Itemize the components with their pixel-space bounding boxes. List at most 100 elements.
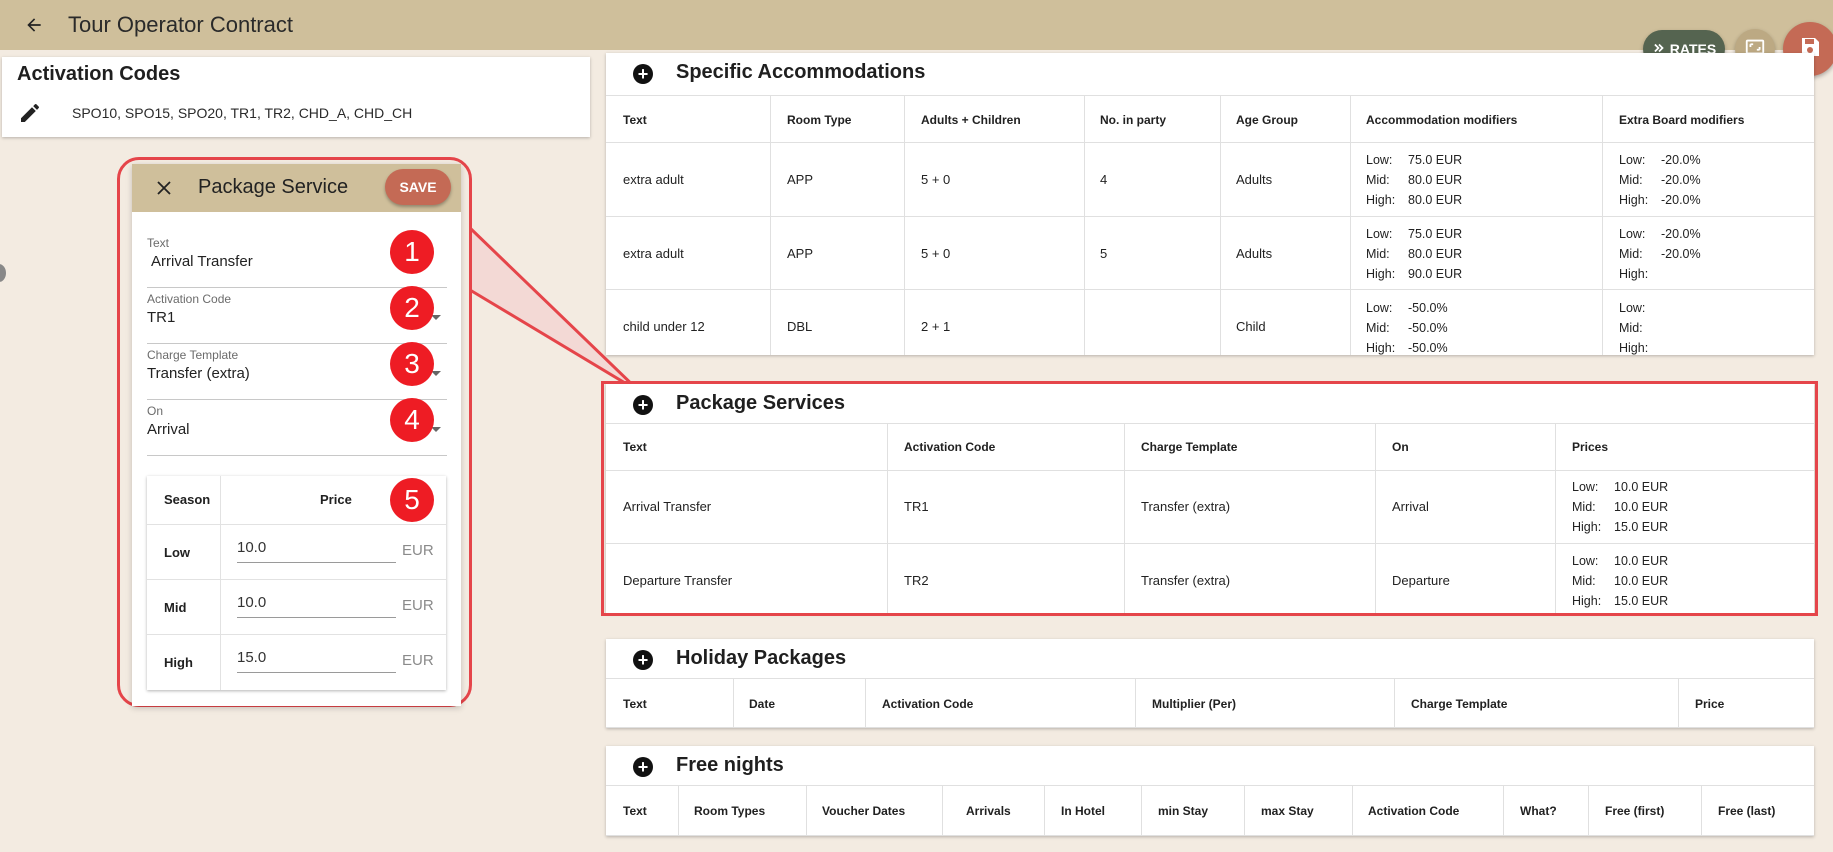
charge-template-label: Charge Template bbox=[147, 348, 239, 362]
price-low-value[interactable]: 10.0 bbox=[237, 539, 266, 556]
column-header: Free (last) bbox=[1718, 804, 1776, 818]
modifier-value: -20.0% bbox=[1661, 227, 1701, 241]
column-header: Arrivals bbox=[966, 804, 1011, 818]
currency-unit: EUR bbox=[402, 652, 434, 669]
text-field-value[interactable]: Arrival Transfer bbox=[151, 253, 253, 270]
price-mid-input[interactable]: 10.0 bbox=[237, 590, 396, 618]
column-divider bbox=[1394, 678, 1395, 728]
currency-unit: EUR bbox=[402, 597, 434, 614]
table-row: Low 10.0 EUR bbox=[147, 525, 446, 580]
table-cell: 5 + 0 bbox=[921, 172, 951, 187]
column-divider bbox=[1602, 95, 1603, 355]
column-divider bbox=[1244, 785, 1245, 836]
column-divider bbox=[942, 785, 943, 836]
table-cell: APP bbox=[787, 246, 814, 261]
table-cell: 4 bbox=[1100, 172, 1108, 187]
step-badge-5: 5 bbox=[390, 478, 434, 522]
accommodation-modifiers-cell: Low: -50.0% Mid: -50.0% High: -50.0% bbox=[1366, 298, 1448, 358]
column-header: Free (first) bbox=[1605, 804, 1665, 818]
column-header: Text bbox=[623, 697, 647, 711]
column-header: Activation Code bbox=[1368, 804, 1460, 818]
season-label: Mid: bbox=[1366, 173, 1390, 187]
text-field-label: Text bbox=[147, 236, 170, 250]
modifier-value: -20.0% bbox=[1661, 173, 1701, 187]
activation-codes-title: Activation Codes bbox=[17, 63, 181, 85]
modifier-value: 80.0 EUR bbox=[1408, 247, 1463, 261]
column-header: Price bbox=[1695, 697, 1725, 711]
column-header: Multiplier (Per) bbox=[1152, 697, 1237, 711]
dialog-header: Package Service SAVE bbox=[132, 164, 461, 212]
section-title: Free nights bbox=[676, 754, 784, 776]
specific-accommodations-card: + Specific Accommodations Text Room Type… bbox=[606, 53, 1814, 355]
column-divider bbox=[1350, 95, 1351, 355]
drawer-handle[interactable] bbox=[0, 264, 6, 282]
app-bar: Tour Operator Contract bbox=[0, 0, 1833, 50]
season-label: High: bbox=[1366, 267, 1396, 281]
season-label: High: bbox=[1619, 267, 1649, 281]
table-cell: DBL bbox=[787, 319, 813, 334]
table-cell: extra adult bbox=[623, 246, 684, 261]
column-divider bbox=[733, 678, 734, 728]
add-icon[interactable]: + bbox=[633, 757, 653, 777]
column-header: Charge Template bbox=[1411, 697, 1508, 711]
table-cell: 2 + 1 bbox=[921, 319, 951, 334]
table-cell: APP bbox=[787, 172, 814, 187]
column-divider bbox=[865, 678, 866, 728]
season-label: Low: bbox=[1366, 153, 1393, 167]
modifier-value: 90.0 EUR bbox=[1408, 267, 1463, 281]
table-cell: Child bbox=[1236, 319, 1266, 334]
back-arrow-icon[interactable] bbox=[20, 11, 48, 39]
column-header: Adults + Children bbox=[921, 113, 1021, 127]
column-divider bbox=[904, 95, 905, 355]
column-header: In Hotel bbox=[1061, 804, 1105, 818]
column-header: Text bbox=[623, 804, 647, 818]
dialog-save-button[interactable]: SAVE bbox=[385, 169, 451, 205]
price-low-input[interactable]: 10.0 bbox=[237, 535, 396, 563]
charge-template-value: Transfer (extra) bbox=[147, 365, 250, 382]
column-divider bbox=[770, 95, 771, 355]
season-label: Mid: bbox=[1619, 321, 1643, 335]
season-high-label: High bbox=[164, 655, 193, 670]
modifier-value: 75.0 EUR bbox=[1408, 153, 1463, 167]
column-divider bbox=[1352, 785, 1353, 836]
season-label: Mid: bbox=[1366, 321, 1390, 335]
close-icon[interactable] bbox=[152, 176, 176, 200]
price-high-value[interactable]: 15.0 bbox=[237, 649, 266, 666]
dialog-title: Package Service bbox=[198, 176, 349, 198]
column-header: min Stay bbox=[1158, 804, 1209, 818]
season-label: Low: bbox=[1619, 301, 1646, 315]
price-high-input[interactable]: 15.0 bbox=[237, 645, 396, 673]
column-divider bbox=[1044, 785, 1045, 836]
table-cell: 5 bbox=[1100, 246, 1108, 261]
add-icon[interactable]: + bbox=[633, 650, 653, 670]
column-header: Accommodation modifiers bbox=[1366, 113, 1518, 127]
free-nights-card: + Free nights Text Room Types Voucher Da… bbox=[606, 746, 1814, 836]
season-label: Low: bbox=[1366, 227, 1393, 241]
modifier-value: -20.0% bbox=[1661, 247, 1701, 261]
season-label: Mid: bbox=[1619, 173, 1643, 187]
accommodation-modifiers-cell: Low: 75.0 EUR Mid: 80.0 EUR High: 90.0 EUR bbox=[1366, 224, 1462, 284]
activation-code-label: Activation Code bbox=[147, 292, 232, 306]
package-service-dialog: Package Service SAVE Text Arrival Transf… bbox=[132, 164, 461, 706]
table-cell: Adults bbox=[1236, 246, 1273, 261]
section-title: Specific Accommodations bbox=[676, 61, 926, 83]
column-header: Activation Code bbox=[882, 697, 974, 711]
add-icon[interactable]: + bbox=[633, 64, 653, 84]
accommodation-modifiers-cell: Low: 75.0 EUR Mid: 80.0 EUR High: 80.0 EUR bbox=[1366, 150, 1462, 210]
modifier-value: -20.0% bbox=[1661, 193, 1701, 207]
activation-codes-list: SPO10, SPO15, SPO20, TR1, TR2, CHD_A, CH… bbox=[72, 105, 413, 121]
price-header: Price bbox=[320, 492, 352, 507]
price-mid-value[interactable]: 10.0 bbox=[237, 594, 266, 611]
season-label: High: bbox=[1619, 193, 1649, 207]
season-label: High: bbox=[1619, 341, 1649, 355]
column-header: Date bbox=[749, 697, 776, 711]
column-header: Room Types bbox=[694, 804, 766, 818]
table-row: Mid 10.0 EUR bbox=[147, 580, 446, 635]
column-header: Text bbox=[623, 113, 647, 127]
row-divider bbox=[606, 216, 1814, 217]
season-label: Low: bbox=[1619, 227, 1646, 241]
column-header: Age Group bbox=[1236, 113, 1298, 127]
on-label: On bbox=[147, 404, 164, 418]
table-row: High 15.0 EUR bbox=[147, 635, 446, 690]
pencil-icon[interactable] bbox=[18, 101, 42, 125]
